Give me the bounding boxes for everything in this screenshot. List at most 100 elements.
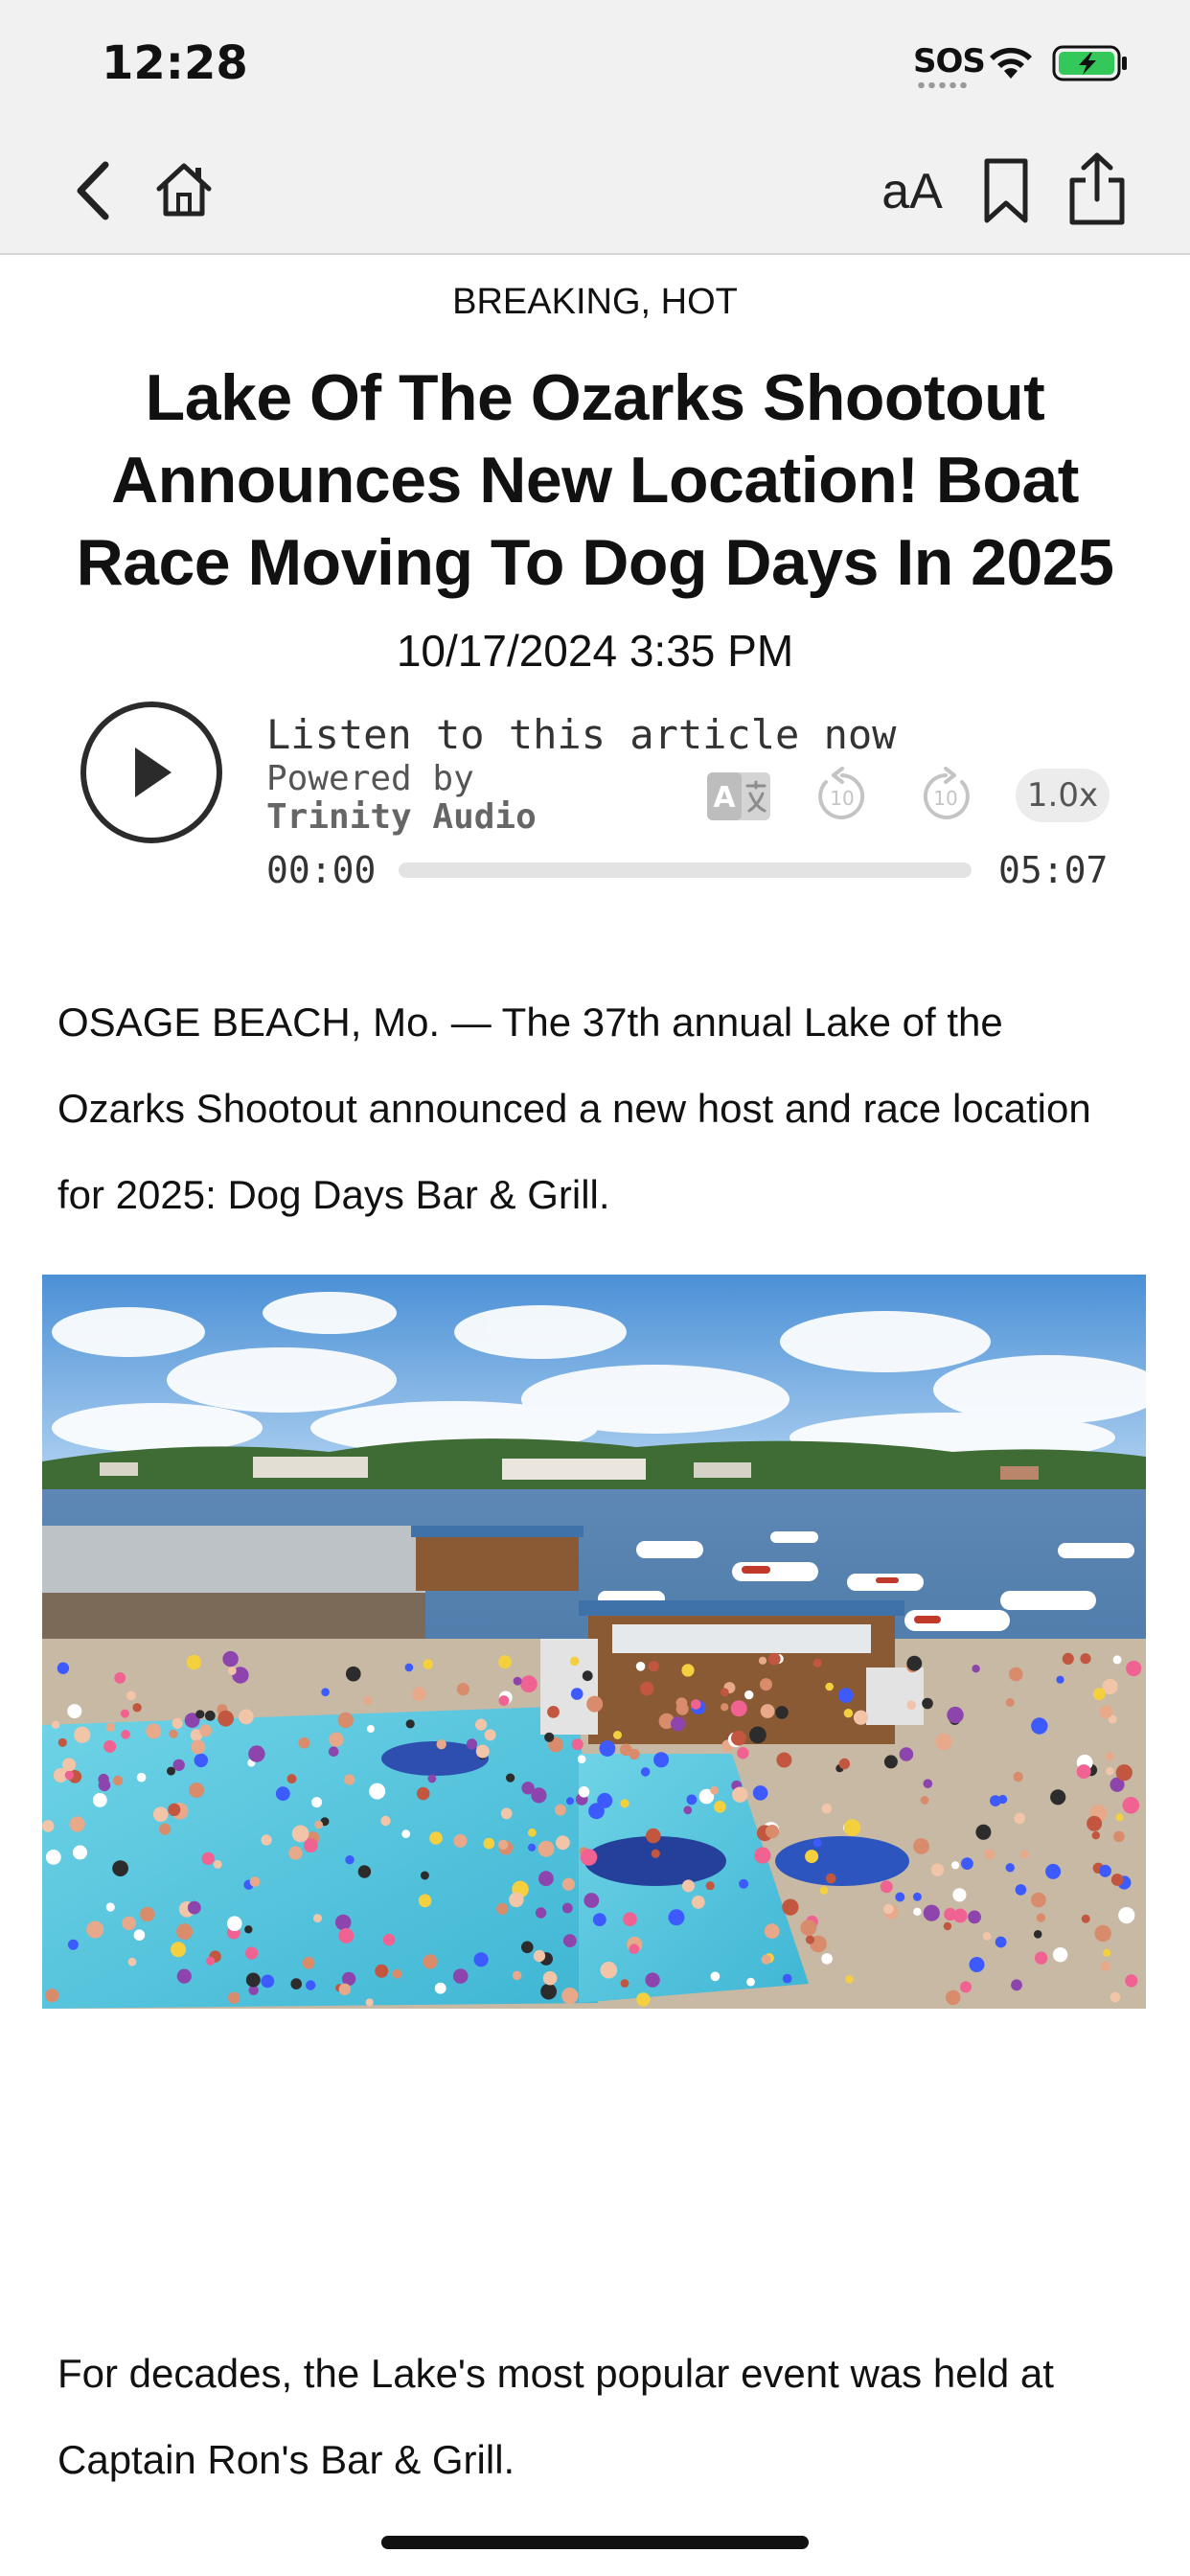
crowd-person [561,1988,579,2005]
crowd-person [1019,1850,1029,1858]
crowd-person [535,1907,547,1919]
crowd-person [334,1914,352,1931]
crowd-person [456,1683,469,1696]
crowd-person [98,1773,109,1785]
crowd-person [228,1991,240,2004]
crowd-person [767,1652,781,1666]
crowd-person [201,1852,215,1865]
play-button[interactable] [80,702,222,843]
crowd-person [346,1666,361,1682]
bookmark-button[interactable] [979,155,1033,226]
crowd-person [1036,1913,1046,1922]
crowd-person [1087,1815,1103,1831]
translate-button[interactable]: A [705,770,772,822]
crowd-person [720,1688,729,1697]
crowd-person [286,1774,297,1784]
article-photo[interactable] [42,1275,1146,2009]
crowd-person [922,1697,933,1710]
crowd-person [880,1880,893,1894]
crowd-person [512,1970,522,1981]
crowd-person [883,1903,894,1915]
crowd-person [380,1815,391,1827]
crowd-person [475,1718,488,1731]
playback-speed-button[interactable]: 1.0x [1016,769,1110,822]
crowd-person [136,1772,147,1782]
bookmark-icon [984,158,1028,223]
crowd-person [42,1820,55,1832]
crowd-person [298,1736,310,1749]
crowd-person [951,1861,960,1870]
crowd-person [620,1979,629,1988]
crowd-person [527,1828,537,1837]
crowd-person [569,1656,580,1667]
crowd-person [74,1726,91,1743]
crowd-person [159,1823,172,1835]
crowd-person [653,1752,670,1768]
crowd-person [303,1838,318,1853]
crowd-person [357,1865,372,1878]
crowd-person [737,1747,749,1760]
nav-bar: aA [0,134,1190,255]
article-date: 10/17/2024 3:35 PM [396,626,794,676]
crowd-person [1106,1767,1114,1776]
crowd-person [975,1824,992,1840]
crowd-person [195,1710,205,1719]
crowd-person [825,1682,834,1691]
crowd-person [126,1690,136,1701]
crowd-person [623,1912,637,1926]
crowd-person [746,1977,755,1987]
crowd-person [509,1892,524,1908]
crowd-person [436,1739,446,1750]
crowd-person [635,1662,646,1671]
crowd-person [969,1957,985,1972]
crowd-person [562,1934,577,1947]
crowd-person [483,1837,495,1850]
crowd-person [103,1739,117,1753]
crowd-person [176,1923,194,1941]
crowd-person [67,1939,79,1950]
crowd-person [646,1828,661,1844]
crowd-person [883,1755,898,1769]
crowd-person [1031,1892,1046,1908]
crowd-person [1118,1907,1135,1924]
crowd-person [586,1695,604,1713]
text-size-button[interactable]: aA [872,161,952,222]
crowd-person [521,1941,534,1954]
crowd-person [613,1731,622,1739]
crowd-person [169,1729,178,1738]
crowd-person [800,1920,817,1936]
rewind-10-button[interactable]: 10 [812,767,872,826]
crowd-person [636,1992,651,2007]
crowd-person [306,1980,316,1990]
crowd-person [248,1745,265,1762]
progress-bar[interactable] [399,862,972,878]
home-button[interactable] [149,153,218,224]
crowd-person [547,1706,560,1718]
crowd-person [1125,1974,1138,1988]
crowd-person [1009,1667,1023,1682]
crowd-person [782,1898,799,1916]
crowd-person [363,1695,373,1706]
crowd-person [239,1709,254,1725]
crowd-person [577,1755,586,1763]
crowd-person [960,1981,972,1993]
article-category[interactable]: BREAKING, HOT [0,282,1190,323]
crowd-person [152,1806,169,1822]
crowd-person [344,1774,355,1785]
crowd-person [189,1782,205,1798]
crowd-person [191,1739,206,1755]
crowd-person [821,1953,833,1965]
crowd-person [812,1658,822,1668]
crowd-person [923,1904,940,1921]
share-button[interactable] [1064,150,1131,228]
powered-by-brand[interactable]: Trinity Audio [266,797,537,837]
crowd-person [913,1907,922,1916]
home-indicator[interactable] [381,2536,809,2549]
crowd-person [375,1964,389,1978]
back-button[interactable] [63,155,121,226]
crowd-person [776,1752,792,1768]
photo-illustration [42,1275,1146,2009]
crowd-person [418,1894,432,1908]
crowd-person [739,1878,749,1889]
forward-10-button[interactable]: 10 [916,767,975,826]
